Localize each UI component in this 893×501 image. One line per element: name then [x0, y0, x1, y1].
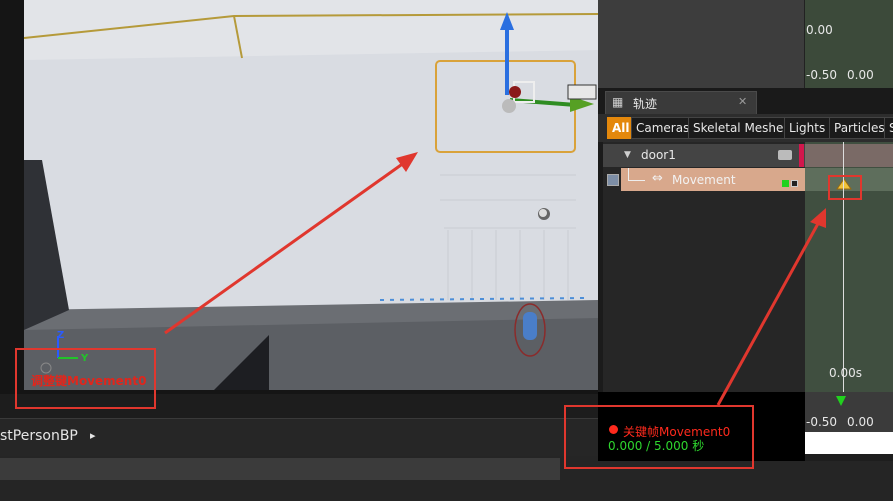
annotation-arrows [164, 152, 826, 406]
